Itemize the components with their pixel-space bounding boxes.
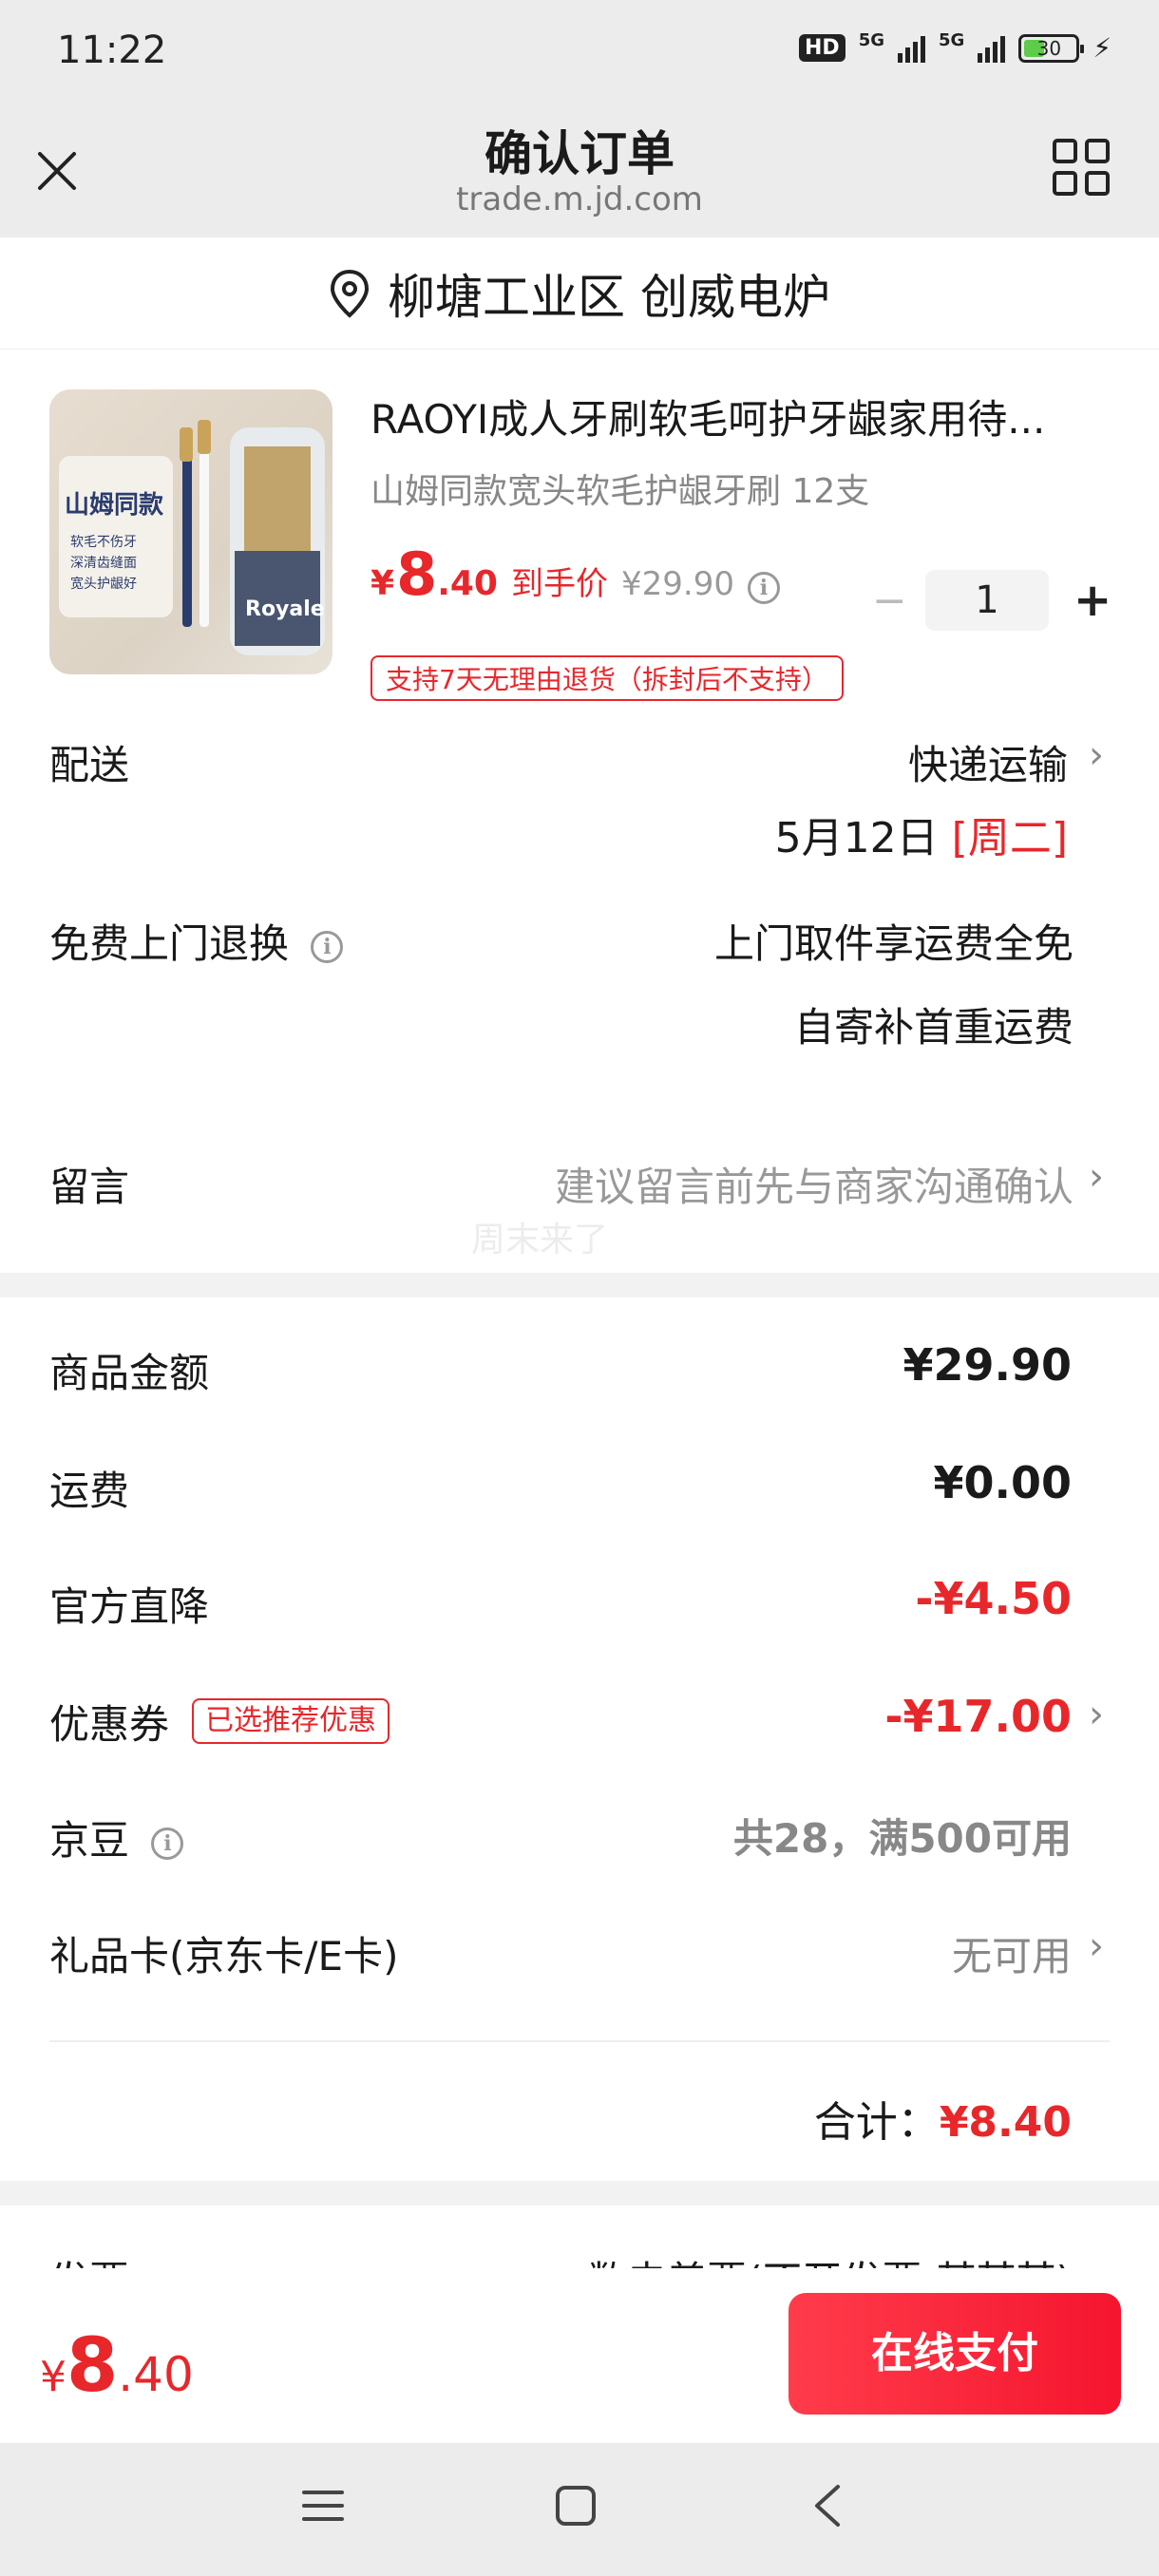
delivery-method[interactable]: 快递运输 — [908, 733, 1068, 791]
address-bar[interactable]: 柳塘工业区 创威电炉 — [0, 237, 1159, 350]
chevron-right-icon[interactable]: › — [1089, 1693, 1104, 1736]
page-domain: trade.m.jd.com — [456, 180, 703, 218]
system-nav-bar — [0, 2443, 1159, 2576]
coupon-label: 优惠券 — [49, 1701, 170, 1748]
shipping-label: 运费 — [49, 1468, 130, 1514]
delivery-label: 配送 — [49, 742, 130, 788]
delivery-date-text: 5月12日 — [774, 814, 939, 862]
goods-amount-label: 商品金额 — [49, 1350, 210, 1396]
decrease-button[interactable]: − — [872, 577, 907, 625]
home-icon[interactable] — [555, 2485, 597, 2527]
original-price: ¥29.90 — [620, 565, 734, 603]
product-image-line-1: 软毛不伤牙 — [70, 535, 137, 550]
jd-beans-info-icon[interactable]: i — [151, 1827, 184, 1860]
jd-beans-text: 京豆 — [49, 1817, 130, 1864]
status-icons: HD 5G 5G 30 ⚡ — [799, 30, 1112, 64]
product-image-brand: Royale — [245, 597, 325, 621]
network-label: 5G — [858, 30, 885, 50]
product-image-line-2: 深清齿缝面 — [70, 556, 137, 571]
page-header: 确认订单 trade.m.jd.com — [0, 104, 1159, 237]
chevron-right-icon[interactable]: › — [1089, 733, 1104, 777]
pay-online-button[interactable]: 在线支付 — [788, 2293, 1121, 2415]
chevron-right-icon[interactable]: › — [1089, 1924, 1104, 1968]
grid-menu-icon[interactable] — [1051, 137, 1112, 198]
hd-icon: HD — [799, 34, 846, 62]
battery-icon: 30 — [1018, 33, 1085, 63]
gift-card-value[interactable]: 无可用 — [952, 1924, 1072, 1982]
bottom-price: ¥ 8 .40 — [40, 2323, 194, 2409]
total-label: 合计： — [813, 2098, 940, 2147]
status-bar: 11:22 HD 5G 5G 30 ⚡ — [0, 0, 1159, 104]
location-pin-icon — [331, 269, 370, 318]
gift-card-label: 礼品卡(京东卡/E卡) — [49, 1933, 399, 1979]
delivery-date: 5月12日 [周二] — [775, 804, 1068, 864]
watermark-text: 周末来了 — [471, 1221, 609, 1260]
page-title: 确认订单 — [484, 126, 674, 181]
charging-icon: ⚡ — [1092, 32, 1112, 64]
order-item-card: 山姆同款 软毛不伤牙 深清齿缝面 宽头护龈好 Royale RAOYI成人牙刷软… — [0, 350, 1159, 1273]
official-discount-label: 官方直降 — [49, 1583, 210, 1630]
return-policy-tag: 支持7天无理由退货（拆封后不支持） — [370, 655, 844, 701]
price-decimal: .40 — [437, 564, 498, 603]
back-icon[interactable] — [809, 2483, 847, 2529]
product-image-title: 山姆同款 — [65, 491, 164, 520]
free-return-info-icon[interactable]: i — [311, 930, 344, 963]
bottom-price-symbol: ¥ — [40, 2353, 66, 2401]
price-symbol: ¥ — [370, 564, 395, 603]
message-label: 留言 — [49, 1164, 130, 1210]
final-price-label: 到手价 — [510, 565, 608, 603]
chevron-right-icon[interactable]: › — [1089, 1155, 1104, 1199]
jd-beans-value: 共28，满500可用 — [732, 1815, 1072, 1862]
quantity-input[interactable]: 1 — [925, 570, 1049, 631]
price-info-icon[interactable]: i — [747, 572, 780, 604]
checkout-bar: ¥ 8 .40 在线支付 — [0, 2268, 1159, 2443]
goods-amount-value: ¥29.90 — [902, 1339, 1072, 1391]
delivery-weekday: [周二] — [951, 814, 1068, 862]
increase-button[interactable]: + — [1074, 574, 1112, 627]
official-discount-value: -¥4.50 — [915, 1573, 1072, 1624]
battery-level: 30 — [1036, 36, 1062, 60]
product-image-line-3: 宽头护龈好 — [70, 576, 137, 592]
status-time: 11:22 — [57, 28, 167, 72]
free-return-line-1: 上门取件享运费全免 — [713, 920, 1074, 967]
product-title[interactable]: RAOYI成人牙刷软毛呵护牙龈家用待... — [370, 388, 1112, 445]
order-total: 合计：¥8.40 — [814, 2088, 1072, 2149]
divider — [49, 2040, 1110, 2042]
message-input[interactable]: 建议留言前先与商家沟通确认 — [555, 1155, 1074, 1213]
product-subtitle: 山姆同款宽头软毛护龈牙刷 12支 — [370, 472, 870, 511]
network-label-2: 5G — [939, 30, 965, 50]
jd-beans-label: 京豆 i — [49, 1809, 184, 1866]
free-return-label: 免费上门退换 i — [49, 912, 344, 970]
product-image[interactable]: 山姆同款 软毛不伤牙 深清齿缝面 宽头护龈好 Royale — [49, 389, 332, 674]
bottom-price-integer: 8 — [66, 2323, 119, 2409]
product-price-row: ¥ 8 .40 到手价 ¥29.90 i — [370, 540, 780, 609]
signal-icon-2 — [978, 34, 1006, 63]
coupon-value[interactable]: -¥17.00 — [884, 1691, 1072, 1742]
address-text: 柳塘工业区 创威电炉 — [388, 269, 830, 325]
free-return-line-2: 自寄补首重运费 — [793, 1004, 1074, 1051]
shipping-value: ¥0.00 — [933, 1457, 1072, 1508]
total-value: ¥8.40 — [939, 2098, 1072, 2147]
menu-icon[interactable] — [302, 2485, 344, 2527]
signal-icon — [898, 34, 926, 63]
price-integer: 8 — [396, 540, 438, 609]
coupon-recommended-tag: 已选推荐优惠 — [192, 1698, 390, 1744]
bottom-price-decimal: .40 — [118, 2347, 194, 2402]
price-summary-card: 商品金额 ¥29.90 运费 ¥0.00 官方直降 -¥4.50 优惠券 已选推… — [0, 1297, 1159, 2181]
quantity-stepper: − 1 + — [872, 570, 1112, 631]
free-return-text: 免费上门退换 — [49, 920, 290, 967]
